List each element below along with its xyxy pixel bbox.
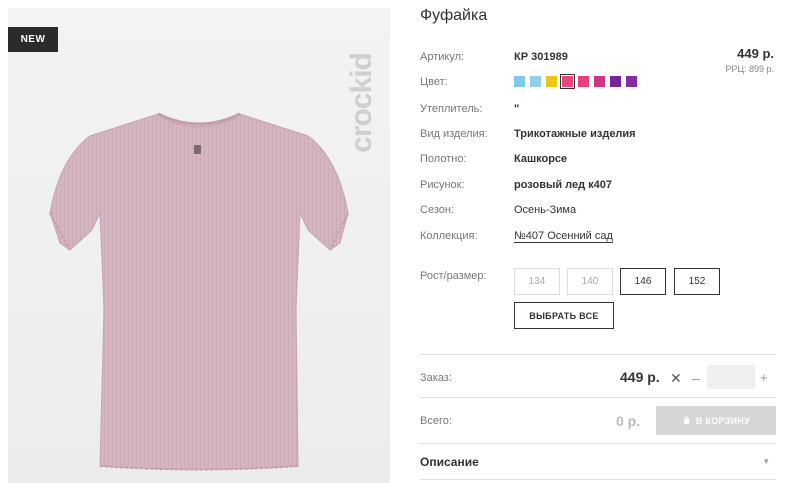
collection-link[interactable]: №407 Осенний сад [514,230,613,242]
size-option-146[interactable]: 146 [620,268,666,295]
product-title: Фуфайка [420,7,488,24]
price: 449 р. [737,46,774,61]
divider [420,479,776,480]
divider [420,354,776,355]
color-swatch-yellow[interactable] [546,76,557,87]
quantity-input[interactable] [707,365,755,389]
color-swatches [514,74,637,89]
increase-button[interactable]: + [760,370,768,385]
shirt-image [49,112,349,471]
divider [420,443,776,444]
color-swatch-pink[interactable] [560,74,575,89]
color-swatch-sky-blue[interactable] [530,76,541,87]
collection-label: Коллекция: [420,230,478,242]
insulation-label: Утеплитель: [420,103,483,115]
description-toggle[interactable]: Описание [420,455,479,469]
rrc-price: РРЦ: 899 р. [725,64,774,74]
color-swatch-magenta[interactable] [578,76,589,87]
order-price: 449 р. [620,369,660,385]
color-swatch-light-blue[interactable] [514,76,525,87]
cart-button-label: В КОРЗИНУ [695,415,751,426]
select-all-button[interactable]: ВЫБРАТЬ ВСЕ [514,302,614,329]
cart-icon [683,416,690,425]
new-badge: NEW [8,27,58,52]
article-value: КР 301989 [514,51,568,63]
size-option-140[interactable]: 140 [567,268,613,295]
decrease-button[interactable]: – [692,370,700,386]
print-label: Рисунок: [420,179,465,191]
article-label: Артикул: [420,51,465,63]
size-label: Рост/размер: [420,270,487,282]
season-label: Сезон: [420,204,454,216]
size-option-134[interactable]: 134 [514,268,560,295]
chevron-down-icon[interactable]: ▾ [764,456,769,467]
fabric-value: Кашкорсе [514,153,568,165]
color-swatch-violet[interactable] [626,76,637,87]
product-image[interactable]: NEW crockid [8,8,390,483]
add-to-cart-button[interactable]: В КОРЗИНУ [656,406,776,435]
type-label: Вид изделия: [420,128,488,140]
divider [420,397,776,398]
insulation-value: " [514,103,520,115]
total-value: 0 р. [616,413,641,429]
times-icon: ✕ [670,370,682,386]
color-swatch-purple[interactable] [610,76,621,87]
order-label: Заказ: [420,372,452,384]
fabric-label: Полотно: [420,153,467,165]
brand-logo: crockid [345,53,378,153]
color-label: Цвет: [420,76,448,88]
size-option-152[interactable]: 152 [674,268,720,295]
print-value: розовый лед к407 [514,179,613,191]
season-value: Осень-Зима [514,204,577,216]
type-value: Трикотажные изделия [514,128,636,140]
total-label: Всего: [420,415,452,427]
color-swatch-fuchsia[interactable] [594,76,605,87]
